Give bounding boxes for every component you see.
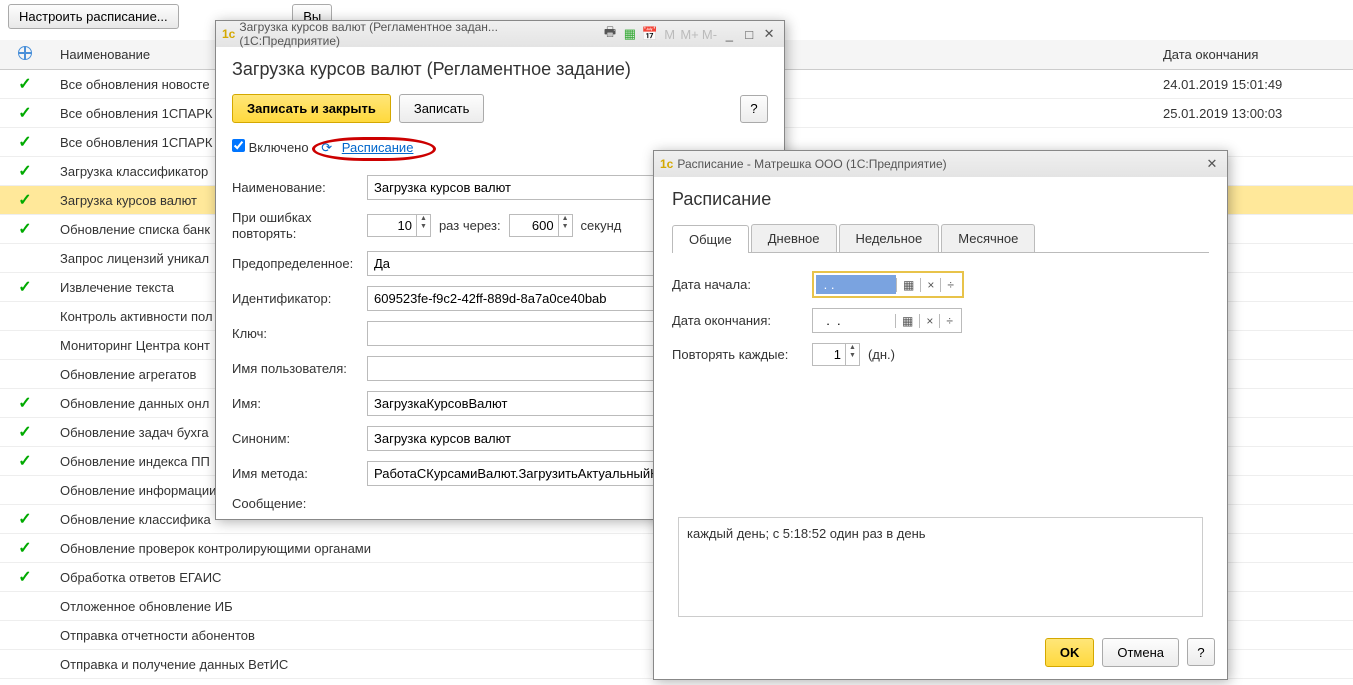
check-icon: ✓ bbox=[18, 221, 31, 238]
m-plus-icon[interactable]: M+ bbox=[681, 25, 699, 43]
retry-sec-input[interactable] bbox=[510, 215, 558, 236]
dialog2-title: Расписание - Матрешка ООО (1С:Предприяти… bbox=[677, 157, 946, 171]
lbl-name: Наименование: bbox=[232, 180, 367, 195]
status-cell: ✓ bbox=[0, 190, 50, 210]
repeat-input[interactable] bbox=[813, 344, 845, 365]
clear-icon[interactable]: × bbox=[920, 278, 940, 292]
status-cell: ✓ bbox=[0, 509, 50, 529]
lbl-key: Ключ: bbox=[232, 326, 367, 341]
lbl-id: Идентификатор: bbox=[232, 291, 367, 306]
clear-icon[interactable]: × bbox=[919, 314, 939, 328]
header-status bbox=[0, 46, 50, 63]
globe-icon bbox=[18, 46, 32, 60]
end-date-input[interactable] bbox=[815, 311, 895, 330]
highlight-circle: ⟳ Расписание bbox=[312, 137, 436, 161]
minimize-icon[interactable]: _ bbox=[720, 25, 738, 43]
status-cell: ✓ bbox=[0, 567, 50, 587]
close-icon[interactable]: ✕ bbox=[1203, 155, 1221, 173]
status-cell: ✓ bbox=[0, 277, 50, 297]
enabled-label: Включено bbox=[249, 140, 309, 155]
dialog2-titlebar[interactable]: 1c Расписание - Матрешка ООО (1С:Предпри… bbox=[654, 151, 1227, 177]
status-cell: ✓ bbox=[0, 393, 50, 413]
configure-schedule-button[interactable]: Настроить расписание... bbox=[8, 4, 179, 29]
check-icon: ✓ bbox=[18, 163, 31, 180]
schedule-summary: каждый день; c 5:18:52 один раз в день bbox=[678, 517, 1203, 617]
save-button[interactable]: Записать bbox=[399, 94, 485, 123]
dialog-heading: Загрузка курсов валют (Регламентное зада… bbox=[232, 59, 768, 80]
retry-count-input[interactable] bbox=[368, 215, 416, 236]
enabled-checkbox[interactable] bbox=[232, 139, 245, 152]
lbl-times: раз через: bbox=[439, 218, 501, 233]
app-icon: 1c bbox=[660, 157, 673, 171]
status-cell: ✓ bbox=[0, 538, 50, 558]
status-cell: ✓ bbox=[0, 161, 50, 181]
dialog-titlebar[interactable]: 1c Загрузка курсов валют (Регламентное з… bbox=[216, 21, 784, 47]
close-icon[interactable]: ✕ bbox=[760, 25, 778, 43]
help-button[interactable]: ? bbox=[740, 95, 768, 123]
lbl-sec: секунд bbox=[581, 218, 622, 233]
calendar-icon[interactable]: 📅 bbox=[641, 25, 659, 43]
date-cell: 25.01.2019 13:00:03 bbox=[1153, 106, 1353, 121]
status-cell: ✓ bbox=[0, 74, 50, 94]
lbl-repeat: Повторять каждые: bbox=[672, 347, 812, 362]
check-icon: ✓ bbox=[18, 569, 31, 586]
cancel-button[interactable]: Отмена bbox=[1102, 638, 1179, 667]
check-icon: ✓ bbox=[18, 192, 31, 209]
print-icon[interactable]: 🖶 bbox=[601, 25, 619, 43]
lbl-user: Имя пользователя: bbox=[232, 361, 367, 376]
calendar-icon[interactable]: ▦ bbox=[895, 314, 919, 328]
status-cell: ✓ bbox=[0, 451, 50, 471]
check-icon: ✓ bbox=[18, 105, 31, 122]
status-cell: ✓ bbox=[0, 219, 50, 239]
lbl-end-date: Дата окончания: bbox=[672, 313, 812, 328]
ok-button[interactable]: OK bbox=[1045, 638, 1095, 667]
m-minus-icon[interactable]: M- bbox=[701, 25, 719, 43]
save-close-button[interactable]: Записать и закрыть bbox=[232, 94, 391, 123]
lbl-iname: Имя: bbox=[232, 396, 367, 411]
spin-down-icon[interactable]: ▼ bbox=[559, 223, 572, 231]
lbl-msg: Сообщение: bbox=[232, 496, 367, 511]
app-icon: 1c bbox=[222, 27, 235, 41]
spin-up-icon[interactable]: ▲ bbox=[846, 344, 859, 352]
tab-common[interactable]: Общие bbox=[672, 225, 749, 253]
check-icon: ✓ bbox=[18, 453, 31, 470]
lbl-start-date: Дата начала: bbox=[672, 277, 812, 292]
tab-daily[interactable]: Дневное bbox=[751, 224, 837, 252]
spin-icon[interactable]: ÷ bbox=[939, 314, 959, 328]
lbl-method: Имя метода: bbox=[232, 466, 367, 481]
lbl-days: (дн.) bbox=[868, 347, 895, 362]
schedule-dialog: 1c Расписание - Матрешка ООО (1С:Предпри… bbox=[653, 150, 1228, 680]
dialog2-heading: Расписание bbox=[672, 189, 1209, 210]
calendar-icon[interactable]: ▦ bbox=[896, 278, 920, 292]
tab-monthly[interactable]: Месячное bbox=[941, 224, 1035, 252]
dialog-title: Загрузка курсов валют (Регламентное зада… bbox=[239, 20, 599, 48]
status-cell: ✓ bbox=[0, 103, 50, 123]
header-date[interactable]: Дата окончания bbox=[1153, 47, 1353, 62]
tab-weekly[interactable]: Недельное bbox=[839, 224, 940, 252]
check-icon: ✓ bbox=[18, 395, 31, 412]
start-date-input[interactable] bbox=[816, 275, 896, 294]
spin-up-icon[interactable]: ▲ bbox=[417, 215, 430, 223]
status-cell: ✓ bbox=[0, 422, 50, 442]
spin-down-icon[interactable]: ▼ bbox=[417, 223, 430, 231]
schedule-link[interactable]: Расписание bbox=[342, 140, 414, 155]
lbl-predef: Предопределенное: bbox=[232, 256, 367, 271]
check-icon: ✓ bbox=[18, 424, 31, 441]
help-button[interactable]: ? bbox=[1187, 638, 1215, 666]
lbl-syn: Синоним: bbox=[232, 431, 367, 446]
check-icon: ✓ bbox=[18, 511, 31, 528]
lbl-retry: При ошибках повторять: bbox=[232, 210, 367, 241]
status-cell: ✓ bbox=[0, 132, 50, 152]
check-icon: ✓ bbox=[18, 540, 31, 557]
maximize-icon[interactable]: □ bbox=[740, 25, 758, 43]
spin-icon[interactable]: ÷ bbox=[940, 278, 960, 292]
calc-icon[interactable]: ▦ bbox=[621, 25, 639, 43]
check-icon: ✓ bbox=[18, 279, 31, 296]
m-icon[interactable]: M bbox=[661, 25, 679, 43]
date-cell: 24.01.2019 15:01:49 bbox=[1153, 77, 1353, 92]
check-icon: ✓ bbox=[18, 134, 31, 151]
check-icon: ✓ bbox=[18, 76, 31, 93]
spin-up-icon[interactable]: ▲ bbox=[559, 215, 572, 223]
spin-down-icon[interactable]: ▼ bbox=[846, 352, 859, 360]
